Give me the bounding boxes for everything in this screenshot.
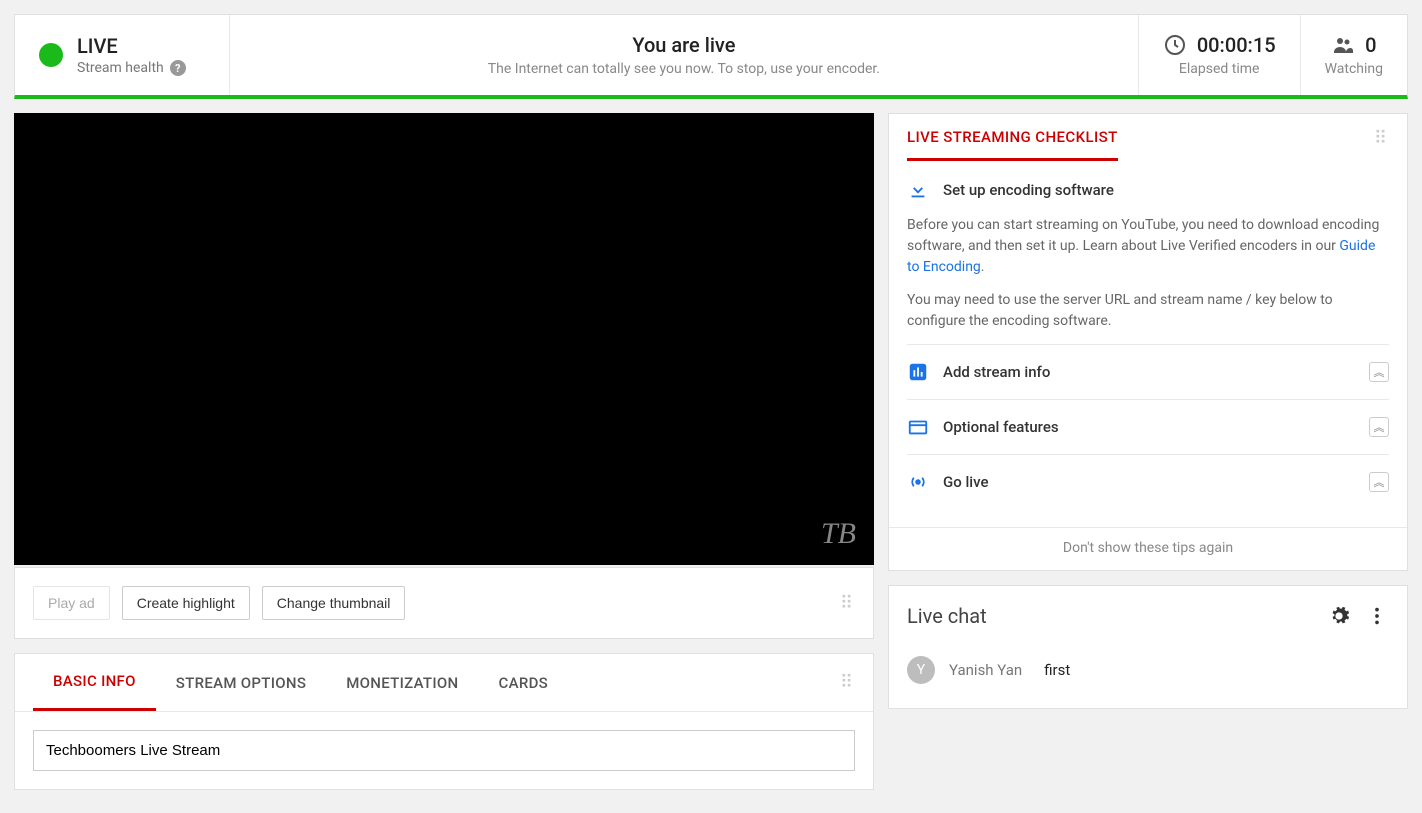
expand-icon[interactable]: ︽: [1369, 472, 1389, 492]
video-preview[interactable]: TB: [14, 113, 874, 565]
checklist-item-stream-info[interactable]: Add stream info ︽: [907, 344, 1389, 399]
expand-icon[interactable]: ︽: [1369, 417, 1389, 437]
play-ad-button[interactable]: Play ad: [33, 586, 110, 620]
chat-panel: Live chat Y Yanish Yan first: [888, 585, 1408, 709]
watching-box: 0 Watching: [1300, 15, 1407, 95]
gear-icon[interactable]: [1327, 604, 1351, 628]
checklist-desc-1: Before you can start streaming on YouTub…: [907, 215, 1389, 278]
download-icon: [907, 179, 929, 201]
checklist-desc-2: You may need to use the server URL and s…: [907, 290, 1389, 332]
tabs-panel: BASIC INFO STREAM OPTIONS MONETIZATION C…: [14, 653, 874, 790]
status-live: LIVE Stream health ?: [15, 15, 230, 95]
stream-health[interactable]: Stream health ?: [77, 60, 186, 76]
chat-title: Live chat: [907, 604, 1313, 628]
card-icon: [907, 416, 929, 438]
elapsed-label: Elapsed time: [1163, 61, 1276, 77]
checklist-item-encoding: Set up encoding software: [907, 179, 1389, 201]
checklist-row-label: Optional features: [943, 418, 1059, 436]
checklist-row-label: Go live: [943, 473, 988, 491]
avatar[interactable]: Y: [907, 656, 935, 684]
chat-username[interactable]: Yanish Yan: [949, 661, 1022, 679]
stream-title-input[interactable]: [33, 730, 855, 771]
checklist-row-label: Add stream info: [943, 363, 1050, 381]
watching-value: 0: [1365, 33, 1376, 57]
dont-show-tips-link[interactable]: Don't show these tips again: [889, 527, 1407, 570]
drag-handle-icon[interactable]: ⠿: [840, 593, 855, 614]
expand-icon[interactable]: ︽: [1369, 362, 1389, 382]
people-icon: [1331, 33, 1355, 57]
tab-basic-info[interactable]: BASIC INFO: [33, 654, 156, 711]
checklist-title: LIVE STREAMING CHECKLIST: [907, 128, 1118, 161]
status-center: You are live The Internet can totally se…: [230, 15, 1138, 95]
chat-text: first: [1044, 661, 1070, 679]
clock-icon: [1163, 33, 1187, 57]
tab-cards[interactable]: CARDS: [479, 656, 569, 710]
tab-stream-options[interactable]: STREAM OPTIONS: [156, 656, 326, 710]
broadcast-icon: [907, 471, 929, 493]
change-thumbnail-button[interactable]: Change thumbnail: [262, 586, 406, 620]
help-icon[interactable]: ?: [170, 60, 186, 76]
checklist-item-title: Set up encoding software: [943, 181, 1114, 199]
elapsed-value: 00:00:15: [1197, 33, 1276, 57]
status-bar: LIVE Stream health ? You are live The In…: [14, 14, 1408, 99]
live-label: LIVE: [77, 34, 186, 58]
create-highlight-button[interactable]: Create highlight: [122, 586, 250, 620]
info-bars-icon: [907, 361, 929, 383]
watermark: TB: [821, 517, 856, 551]
stream-health-label: Stream health: [77, 60, 164, 76]
elapsed-time-box: 00:00:15 Elapsed time: [1138, 15, 1300, 95]
status-title: You are live: [240, 33, 1128, 57]
watching-label: Watching: [1325, 61, 1383, 77]
more-icon[interactable]: [1365, 604, 1389, 628]
chat-message: Y Yanish Yan first: [907, 656, 1389, 684]
status-subtitle: The Internet can totally see you now. To…: [240, 61, 1128, 77]
drag-handle-icon[interactable]: ⠿: [1374, 128, 1389, 149]
live-indicator-dot: [39, 43, 63, 67]
tab-monetization[interactable]: MONETIZATION: [326, 656, 478, 710]
checklist-item-optional[interactable]: Optional features ︽: [907, 399, 1389, 454]
drag-handle-icon[interactable]: ⠿: [840, 672, 855, 693]
actions-bar: Play ad Create highlight Change thumbnai…: [14, 567, 874, 639]
checklist-item-go-live[interactable]: Go live ︽: [907, 454, 1389, 509]
checklist-panel: LIVE STREAMING CHECKLIST ⠿ Set up encodi…: [888, 113, 1408, 571]
